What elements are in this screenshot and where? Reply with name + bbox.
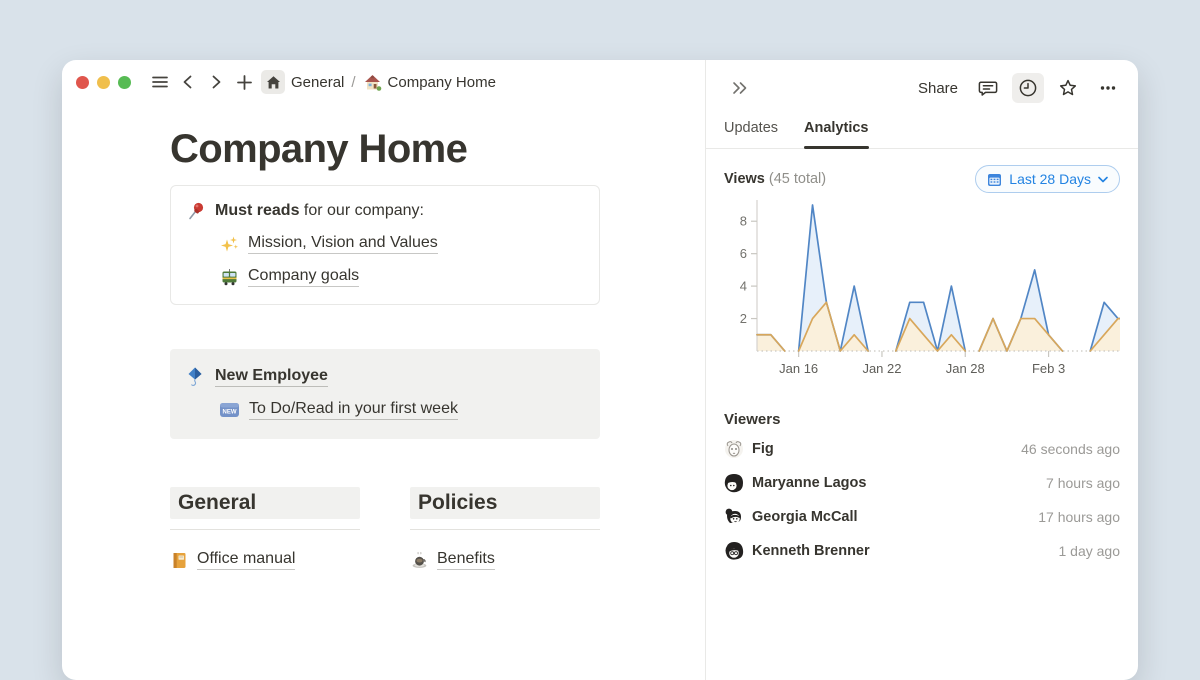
coffee-icon [410, 551, 429, 570]
viewer-name: Maryanne Lagos [752, 475, 866, 491]
breadcrumb: General / Company Home [291, 73, 496, 92]
svg-text:NEW: NEW [223, 410, 237, 416]
viewer-time: 17 hours ago [1038, 509, 1120, 525]
avatar [724, 439, 744, 459]
window-topbar: General / Company Home [62, 60, 705, 104]
new-employee-label: New Employee [215, 367, 328, 387]
views-total: (45 total) [769, 171, 826, 187]
viewer-time: 1 day ago [1059, 543, 1121, 559]
date-range-button[interactable]: Last 28 Days [975, 165, 1120, 193]
viewer-row[interactable]: Maryanne Lagos 7 hours ago [724, 466, 1120, 500]
viewer-name: Fig [752, 441, 774, 457]
viewer-row[interactable]: Kenneth Brenner 1 day ago [724, 534, 1120, 568]
svg-text:Jan 28: Jan 28 [946, 361, 985, 376]
back-icon[interactable] [175, 69, 201, 95]
viewers-title: Viewers [724, 411, 1120, 428]
main-column: General / Company Home Company Home Must… [62, 60, 706, 680]
todo-first-week-label: To Do/Read in your first week [249, 400, 458, 420]
breadcrumb-page[interactable]: Company Home [363, 73, 496, 92]
avatar [724, 507, 744, 527]
new-badge-icon: NEW [219, 401, 240, 419]
zoom-window-button[interactable] [118, 76, 131, 89]
page-title: Company Home [170, 127, 600, 171]
clock-icon[interactable] [1012, 73, 1044, 103]
callout-lead-bold: Must reads [215, 202, 299, 219]
link-columns: General Office manual Policies Benefits [170, 487, 600, 570]
book-icon [170, 551, 189, 570]
viewer-name: Georgia McCall [752, 509, 858, 525]
share-button[interactable]: Share [918, 80, 958, 97]
benefits-label: Benefits [437, 550, 495, 570]
breadcrumb-separator: / [351, 74, 355, 91]
column-divider [170, 529, 360, 530]
views-section: Views (45 total) Last 28 Days 2 4 6 8 Jan 16… [706, 149, 1138, 391]
column-policies: Policies Benefits [410, 487, 600, 570]
tab-updates[interactable]: Updates [724, 120, 778, 148]
svg-text:6: 6 [740, 246, 747, 261]
must-reads-callout: Must reads for our company: Mission, Vis… [170, 185, 600, 305]
views-title: Views [724, 171, 765, 187]
menu-icon[interactable] [147, 69, 173, 95]
viewer-time: 7 hours ago [1046, 475, 1120, 491]
viewer-time: 46 seconds ago [1021, 441, 1120, 457]
traffic-lights [76, 76, 131, 89]
viewer-row[interactable]: Fig 46 seconds ago [724, 432, 1120, 466]
double-chevron-right-icon[interactable] [724, 73, 756, 103]
benefits-link[interactable]: Benefits [410, 550, 600, 570]
sparkles-icon [220, 235, 239, 254]
todo-first-week-link[interactable]: NEW To Do/Read in your first week [219, 400, 584, 420]
svg-text:Jan 16: Jan 16 [779, 361, 818, 376]
goals-link-label: Company goals [248, 267, 359, 287]
office-manual-link[interactable]: Office manual [170, 550, 360, 570]
date-range-label: Last 28 Days [1009, 171, 1091, 187]
calendar-icon [987, 172, 1002, 187]
callout-link-goals[interactable]: Company goals [220, 267, 583, 287]
pushpin-icon [186, 201, 206, 221]
comment-icon[interactable] [972, 73, 1004, 103]
column-heading-policies: Policies [410, 487, 600, 519]
column-divider [410, 529, 600, 530]
more-icon[interactable] [1092, 73, 1124, 103]
avatar [724, 541, 744, 561]
office-manual-label: Office manual [197, 550, 295, 570]
kite-icon [185, 366, 206, 387]
viewer-name: Kenneth Brenner [752, 543, 870, 559]
panel-tabs: Updates Analytics [706, 103, 1138, 149]
callout-lead-rest: for our company: [299, 202, 424, 219]
views-chart: 2 4 6 8 Jan 16 Jan 22 Jan 28 Feb 3 [724, 193, 1120, 391]
app-window: General / Company Home Company Home Must… [62, 60, 1138, 680]
viewer-row[interactable]: Georgia McCall 17 hours ago [724, 500, 1120, 534]
tab-analytics[interactable]: Analytics [804, 120, 868, 148]
svg-text:Feb 3: Feb 3 [1032, 361, 1065, 376]
svg-text:8: 8 [740, 214, 747, 229]
new-page-icon[interactable] [231, 69, 257, 95]
star-icon[interactable] [1052, 73, 1084, 103]
analytics-panel: Share Updates Analytics View [706, 60, 1138, 680]
viewers-section: Viewers Fig 46 seconds ago Maryanne Lago… [706, 391, 1138, 568]
close-window-button[interactable] [76, 76, 89, 89]
avatar [724, 473, 744, 493]
home-icon[interactable] [261, 70, 285, 94]
mission-link-label: Mission, Vision and Values [248, 234, 438, 254]
callout-link-mission[interactable]: Mission, Vision and Values [220, 234, 583, 254]
breadcrumb-section[interactable]: General [291, 74, 344, 91]
house-emoji-icon [363, 73, 382, 92]
forward-icon[interactable] [203, 69, 229, 95]
tram-icon [220, 268, 239, 287]
page-content: Company Home Must reads for our company:… [62, 104, 600, 570]
new-employee-link[interactable]: New Employee [185, 366, 584, 387]
new-employee-block: New Employee NEW To Do/Read in your firs… [170, 349, 600, 439]
minimize-window-button[interactable] [97, 76, 110, 89]
svg-text:4: 4 [740, 279, 747, 294]
column-heading-general: General [170, 487, 360, 519]
column-general: General Office manual [170, 487, 360, 570]
svg-text:2: 2 [740, 311, 747, 326]
panel-header: Share [706, 60, 1138, 103]
svg-text:Jan 22: Jan 22 [862, 361, 901, 376]
chevron-down-icon [1098, 176, 1108, 183]
